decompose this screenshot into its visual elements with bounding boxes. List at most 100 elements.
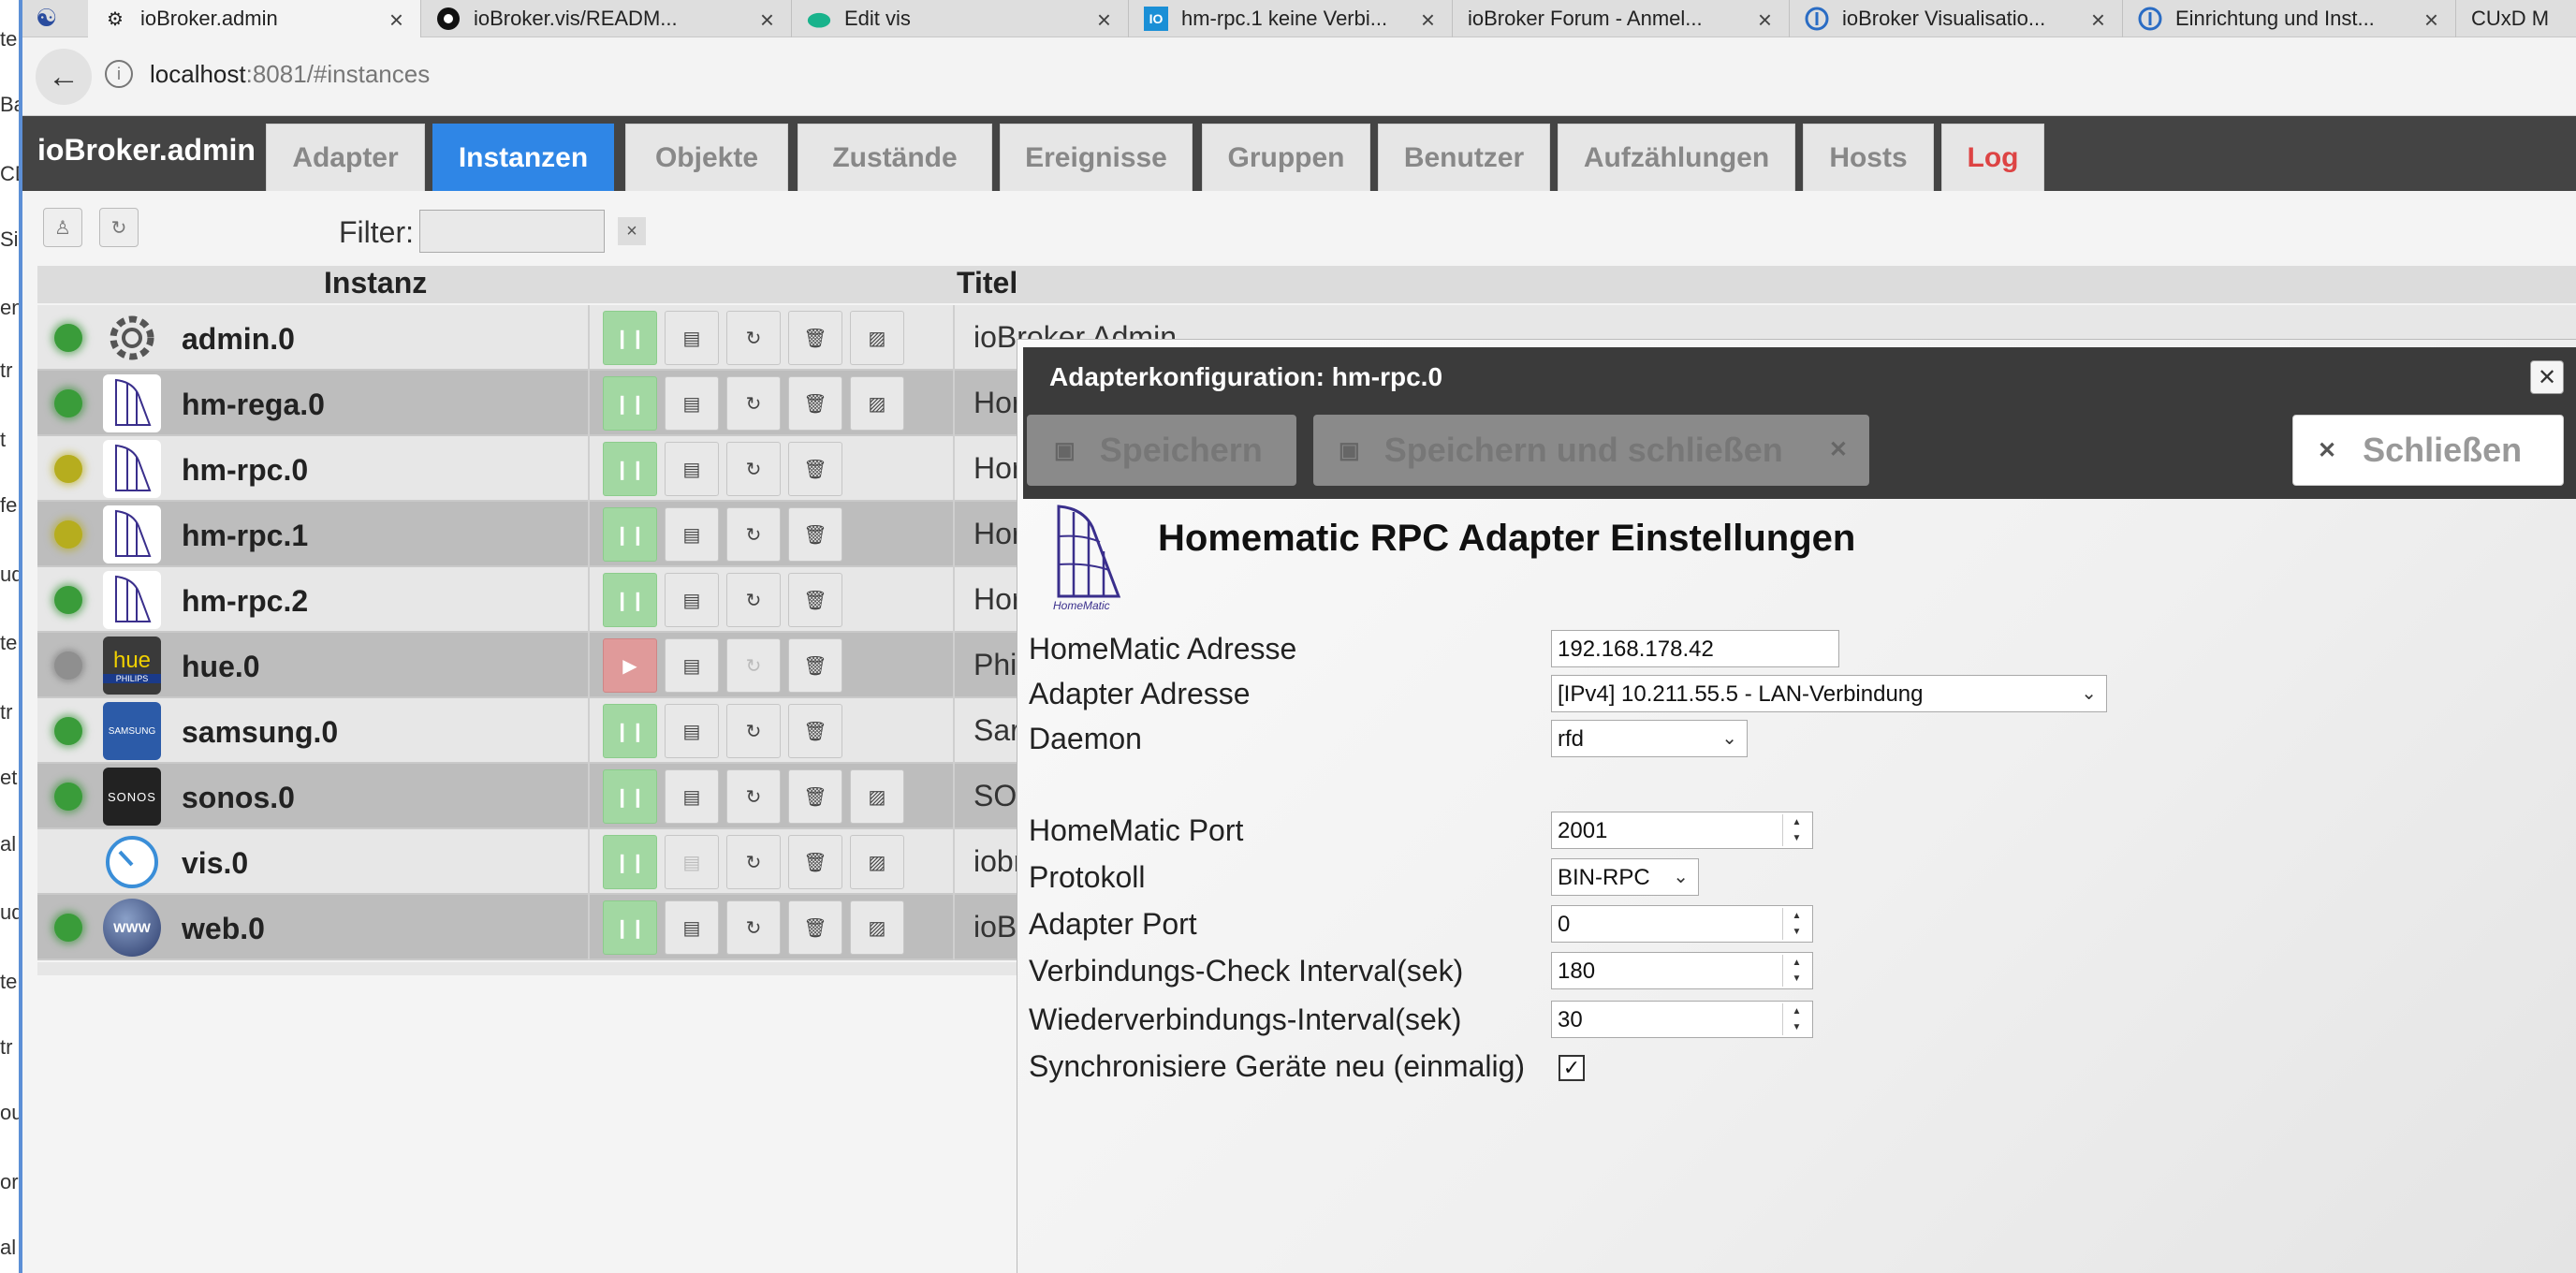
browser-tab-iobroker-admin[interactable]: ⚙ ioBroker.admin × (88, 0, 421, 37)
hm-address-input[interactable]: 192.168.178.42 (1551, 630, 1839, 667)
clear-filter-button[interactable]: × (618, 217, 646, 245)
url-field[interactable]: localhost:8081/#instances (150, 60, 430, 89)
delete-button[interactable]: 🗑 (788, 507, 842, 562)
restart-button[interactable]: ↻ (726, 900, 781, 955)
pause-button[interactable]: ❙❙ (603, 376, 657, 431)
open-web-button[interactable]: ▨ (850, 376, 904, 431)
spinner-arrows-icon[interactable]: ▲ ▼ (1782, 908, 1810, 940)
tab-objekte[interactable]: Objekte (625, 124, 788, 191)
protocol-select[interactable]: BIN-RPC ⌄ (1551, 858, 1699, 896)
save-button[interactable]: ▣ Speichern (1027, 415, 1296, 486)
tab-gruppen[interactable]: Gruppen (1202, 124, 1370, 191)
back-button[interactable]: ← (36, 49, 92, 105)
open-web-button[interactable]: ▨ (850, 769, 904, 824)
tab-zustaende[interactable]: Zustände (798, 124, 992, 191)
tab-adapter[interactable]: Adapter (266, 124, 425, 191)
filter-input[interactable] (419, 210, 605, 253)
browser-tab-github[interactable]: ioBroker.vis/READM... × (421, 0, 792, 37)
pause-button[interactable]: ❙❙ (603, 442, 657, 496)
settings-button[interactable]: ▤ (665, 573, 719, 627)
delete-button[interactable]: 🗑 (788, 900, 842, 955)
settings-button[interactable]: ▤ (665, 704, 719, 758)
column-divider (588, 371, 590, 436)
close-icon[interactable]: × (760, 6, 774, 35)
tab-hosts[interactable]: Hosts (1803, 124, 1934, 191)
pause-button[interactable]: ❙❙ (603, 769, 657, 824)
tab-ereignisse[interactable]: Ereignisse (1000, 124, 1193, 191)
close-icon[interactable]: × (2424, 6, 2438, 35)
browser-tab-edit-vis[interactable]: Edit vis × (792, 0, 1129, 37)
restart-button[interactable]: ↻ (726, 376, 781, 431)
browser-menu-icon[interactable]: ☯ (36, 4, 71, 34)
tab-instanzen[interactable]: Instanzen (432, 124, 614, 191)
delete-button[interactable]: 🗑 (788, 835, 842, 889)
settings-button[interactable]: ▤ (665, 638, 719, 693)
restart-button[interactable]: ↻ (726, 638, 781, 693)
delete-button[interactable]: 🗑 (788, 769, 842, 824)
image-icon: ▨ (868, 786, 886, 808)
settings-button[interactable]: ▤ (665, 442, 719, 496)
info-icon[interactable]: i (105, 60, 133, 88)
restart-button[interactable]: ↻ (726, 704, 781, 758)
restart-button[interactable]: ↻ (726, 442, 781, 496)
spinner-arrows-icon[interactable]: ▲ ▼ (1782, 1003, 1810, 1035)
pause-button[interactable]: ❙❙ (603, 573, 657, 627)
delete-button[interactable]: 🗑 (788, 573, 842, 627)
restart-button[interactable]: ↻ (726, 573, 781, 627)
delete-button[interactable]: 🗑 (788, 311, 842, 365)
user-toggle-button[interactable]: ♙ (43, 208, 82, 247)
close-button[interactable]: ✕ Schließen (2292, 415, 2564, 486)
tab-log[interactable]: Log (1941, 124, 2044, 191)
check-interval-input[interactable]: 180 ▲ ▼ (1551, 952, 1813, 989)
settings-button[interactable]: ▤ (665, 376, 719, 431)
open-web-button[interactable]: ▨ (850, 900, 904, 955)
close-icon[interactable]: × (389, 6, 403, 35)
column-divider (588, 633, 590, 698)
settings-button[interactable]: ▤ (665, 769, 719, 824)
pause-button[interactable]: ❙❙ (603, 835, 657, 889)
pause-button[interactable]: ❙❙ (603, 507, 657, 562)
delete-button[interactable]: 🗑 (788, 638, 842, 693)
open-web-button[interactable]: ▨ (850, 835, 904, 889)
settings-button[interactable]: ▤ (665, 900, 719, 955)
adapter-port-input[interactable]: 0 ▲ ▼ (1551, 905, 1813, 943)
status-led-icon (54, 520, 82, 549)
settings-button[interactable]: ▤ (665, 507, 719, 562)
settings-button[interactable]: ▤ (665, 311, 719, 365)
close-icon[interactable]: × (1758, 6, 1772, 35)
pause-button[interactable]: ❙❙ (603, 311, 657, 365)
instance-title: Sar (973, 713, 1020, 747)
browser-tab-cuxd[interactable]: CUxD M (2456, 0, 2576, 37)
restart-button[interactable]: ↻ (726, 769, 781, 824)
browser-tab-einrichtung[interactable]: Einrichtung und Inst... × (2123, 0, 2456, 37)
close-icon[interactable]: × (1097, 6, 1111, 35)
tab-aufzaehlungen[interactable]: Aufzählungen (1558, 124, 1795, 191)
delete-button[interactable]: 🗑 (788, 442, 842, 496)
adapter-address-select[interactable]: [IPv4] 10.211.55.5 - LAN-Verbindung ⌄ (1551, 675, 2107, 712)
spinner-arrows-icon[interactable]: ▲ ▼ (1782, 955, 1810, 987)
pause-button[interactable]: ❙❙ (603, 704, 657, 758)
delete-button[interactable]: 🗑 (788, 704, 842, 758)
browser-tab-visualisation[interactable]: ioBroker Visualisatio... × (1790, 0, 2123, 37)
close-icon[interactable]: × (1421, 6, 1435, 35)
restart-button[interactable]: ↻ (726, 507, 781, 562)
reconnect-interval-input[interactable]: 30 ▲ ▼ (1551, 1001, 1813, 1038)
settings-button[interactable]: ▤ (665, 835, 719, 889)
dialog-close-button[interactable]: ✕ (2530, 360, 2564, 394)
hm-port-input[interactable]: 2001 ▲ ▼ (1551, 812, 1813, 849)
open-web-button[interactable]: ▨ (850, 311, 904, 365)
restart-button[interactable]: ↻ (726, 835, 781, 889)
daemon-select[interactable]: rfd ⌄ (1551, 720, 1748, 757)
close-icon[interactable]: × (2091, 6, 2105, 35)
browser-tab-hm-rpc[interactable]: IO hm-rpc.1 keine Verbi... × (1129, 0, 1453, 37)
tab-benutzer[interactable]: Benutzer (1378, 124, 1550, 191)
pause-button[interactable]: ❙❙ (603, 900, 657, 955)
save-and-close-button[interactable]: ▣ Speichern und schließen ✕ (1313, 415, 1869, 486)
restart-button[interactable]: ↻ (726, 311, 781, 365)
spinner-arrows-icon[interactable]: ▲ ▼ (1782, 814, 1810, 846)
browser-tab-forum[interactable]: ioBroker Forum - Anmel... × (1453, 0, 1790, 37)
reload-button[interactable]: ↻ (99, 208, 139, 247)
delete-button[interactable]: 🗑 (788, 376, 842, 431)
start-button[interactable]: ▶ (603, 638, 657, 693)
sync-devices-checkbox[interactable]: ✓ (1559, 1055, 1585, 1081)
